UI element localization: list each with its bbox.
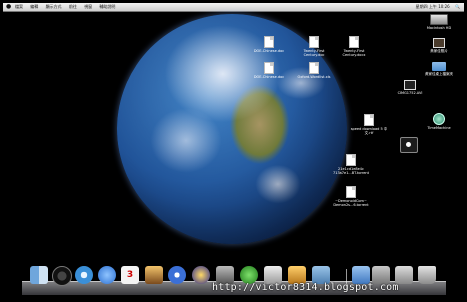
document-icon xyxy=(346,186,356,198)
dashboard-icon[interactable] xyxy=(52,266,72,286)
document-icon xyxy=(364,114,374,126)
ichat-icon[interactable] xyxy=(98,266,116,284)
photo-icon xyxy=(433,38,445,48)
file-label-line2: 文.rtf xyxy=(364,131,374,135)
menu-item-window[interactable]: 視窗 xyxy=(84,4,92,9)
item-label: 黃家佳桌上檔案夾 xyxy=(425,72,453,76)
itunes-icon[interactable] xyxy=(168,266,186,284)
item-label: 黃家佳照片 xyxy=(430,49,448,53)
desktop-item-timemachine[interactable]: TimeMachine xyxy=(415,113,463,130)
desktop-file-doe-chinese[interactable]: DOE-Chinese.doc xyxy=(245,36,293,53)
desktop-item-video[interactable]: CIMG1752.AVI xyxy=(386,80,434,95)
desktop-screen: ● 檔案 編輯 顯示方式 前往 視窗 輔助說明 星期四 上午 10:26 🔍 D… xyxy=(0,0,467,302)
desktop-file-speed-download[interactable]: speed download 5 中 文.rtf xyxy=(345,114,393,135)
iphoto-icon[interactable] xyxy=(145,266,163,284)
calendar-day: 3 xyxy=(126,270,134,280)
folder-icon xyxy=(432,62,446,71)
time-machine-icon xyxy=(433,113,445,125)
item-label: Macintosh HD xyxy=(426,26,452,30)
video-file-icon xyxy=(404,80,416,90)
trash-icon[interactable] xyxy=(418,266,436,284)
finder-icon[interactable] xyxy=(30,266,48,284)
menu-bar: ● 檔案 編輯 顯示方式 前往 視窗 輔助說明 星期四 上午 10:26 🔍 xyxy=(3,3,464,12)
item-label: TimeMachine xyxy=(427,126,451,130)
blog-watermark: http://victor8314.blogspot.com xyxy=(212,282,399,293)
ical-icon[interactable]: 3 xyxy=(121,266,139,284)
item-label: CIMG1752.AVI xyxy=(397,91,423,95)
file-label: DOE-Chinese.doc xyxy=(253,75,285,79)
file-label-line2: Demon2s...6.torrent xyxy=(333,203,369,207)
menubar-clock[interactable]: 星期四 上午 10:26 xyxy=(416,4,450,9)
file-label-line2: Century.docx xyxy=(342,53,366,57)
document-icon xyxy=(264,36,274,48)
menu-item-help[interactable]: 輔助說明 xyxy=(99,4,115,9)
menu-item-edit[interactable]: 編輯 xyxy=(30,4,38,9)
spotlight-icon[interactable]: 🔍 xyxy=(455,4,460,9)
menu-item-view[interactable]: 顯示方式 xyxy=(46,4,62,9)
safari-icon[interactable] xyxy=(75,266,93,284)
desktop-file-torrent-1[interactable]: 21e1cd1e8e4c 713a7e1...BT.torrent xyxy=(327,154,375,175)
menu-item-go[interactable]: 前往 xyxy=(69,4,77,9)
desktop-file-twenty-first-docx[interactable]: Twenty-First Century.docx xyxy=(330,36,378,57)
file-label: DOE-Chinese.doc xyxy=(253,49,285,53)
apple-icon[interactable]: ● xyxy=(6,3,11,11)
menu-item-file[interactable]: 檔案 xyxy=(15,4,23,9)
app-window-thumbnail[interactable] xyxy=(400,137,418,153)
document-icon xyxy=(346,154,356,166)
desktop-item-macintosh-hd[interactable]: Macintosh HD xyxy=(415,14,463,30)
desktop-file-oxford-wordlist[interactable]: Oxford-Wordlist.xls xyxy=(290,62,338,79)
document-icon xyxy=(309,36,319,48)
file-label: Oxford-Wordlist.xls xyxy=(297,75,331,79)
document-icon xyxy=(309,62,319,74)
hard-drive-icon xyxy=(430,14,448,25)
file-label-line2: 713a7e1...BT.torrent xyxy=(332,171,369,175)
desktop-item-folder[interactable]: 黃家佳桌上檔案夾 xyxy=(415,62,463,76)
imovie-icon[interactable] xyxy=(192,266,210,284)
desktop-item-photos[interactable]: 黃家佳照片 xyxy=(415,38,463,53)
document-icon xyxy=(349,36,359,48)
desktop-file-doe-chinese-2[interactable]: DOE-Chinese.doc xyxy=(245,62,293,79)
document-icon xyxy=(264,62,274,74)
desktop-file-torrent-2[interactable]: ~DemonoidCom~ Demon2s...6.torrent xyxy=(327,186,375,207)
